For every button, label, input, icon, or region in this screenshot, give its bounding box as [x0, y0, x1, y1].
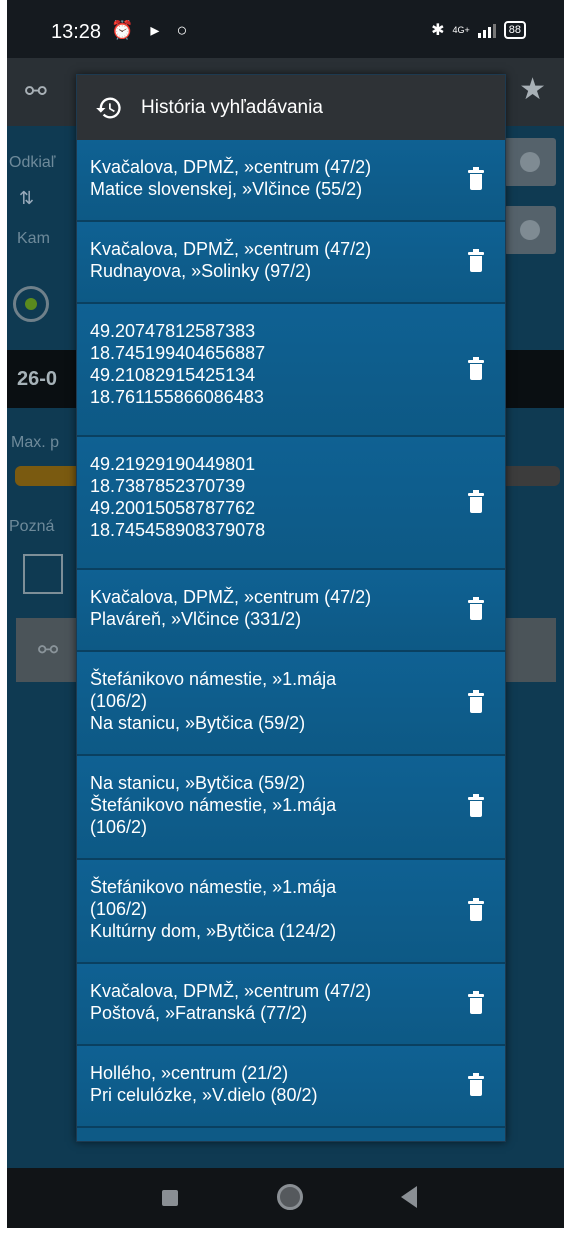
history-item-line: 49.21929190449801 — [90, 454, 256, 474]
status-time: 13:28 — [51, 21, 102, 43]
history-item[interactable]: 49.20747812587383 18.745199404656887 49.21… — [77, 304, 505, 437]
history-item[interactable]: Štefánikovo námestie, »1.mája (106/2) Na s… — [77, 652, 505, 756]
history-icon — [96, 97, 121, 118]
max-label: Max. p — [11, 434, 60, 451]
history-item-line: Poštová, »Fatranská (77/2) — [90, 1003, 308, 1023]
history-item-line: (106/2) — [90, 899, 148, 919]
trash-icon[interactable] — [468, 489, 484, 513]
history-item[interactable]: Hollého, »centrum (21/2) Pri celulózke, »… — [77, 1046, 505, 1128]
history-item[interactable]: Kvačalova, DPMŽ, »centrum (47/2) Plaváreň… — [77, 570, 505, 652]
history-item[interactable]: 49.21929190449801 18.7387852370739 49.2001… — [77, 437, 505, 570]
history-item-line: 49.21082915425134 — [90, 365, 256, 385]
history-item-line: 18.745458908379078 — [90, 520, 266, 540]
history-item-line: Kultúrny dom, »Bytčica (124/2) — [90, 921, 337, 941]
back-icon[interactable] — [401, 1186, 417, 1208]
trash-icon[interactable] — [468, 898, 484, 921]
bluetooth-icon: ✱ — [431, 22, 445, 39]
history-item-line: Kvačalova, DPMŽ, »centrum (47/2) — [90, 157, 372, 177]
history-item[interactable]: Kvačalova, DPMŽ, »centrum (47/2) Matice s… — [77, 140, 505, 222]
history-item-line: Štefánikovo námestie, »1.mája — [90, 877, 337, 897]
history-item-line: 18.745199404656887 — [90, 343, 266, 363]
status-right: ✱ 4G+ 88 — [431, 20, 526, 40]
history-item-line: Kvačalova, DPMŽ, »centrum (47/2) — [90, 587, 372, 607]
home-icon[interactable] — [277, 1184, 303, 1210]
history-item-line: Plaváreň, »Vlčince (331/2) — [90, 609, 302, 629]
history-item[interactable]: Na stanicu, »Bytčica (59/2) Štefánikovo n… — [77, 756, 505, 860]
trash-icon[interactable] — [468, 167, 484, 190]
history-item-line: 49.20015058787762 — [90, 498, 256, 518]
note-label: Pozná — [9, 518, 55, 535]
note-checkbox[interactable] — [23, 554, 63, 594]
trash-icon[interactable] — [468, 356, 484, 380]
history-item-line: Štefánikovo námestie, »1.mája — [90, 669, 337, 689]
history-item-line: Na stanicu, »Bytčica (59/2) — [90, 713, 306, 733]
history-item-line: Rudnayova, »Solinky (97/2) — [90, 261, 312, 281]
recents-icon[interactable] — [162, 1190, 178, 1206]
swap-icon[interactable]: ⇅ — [19, 188, 34, 209]
trash-icon[interactable] — [468, 249, 484, 272]
history-item[interactable]: Kvačalova, DPMŽ, »centrum (47/2) Rudnayov… — [77, 222, 505, 304]
battery-level: 88 — [503, 21, 526, 39]
history-dialog: História vyhľadávania Kvačalova, DPMŽ, »… — [76, 74, 506, 1142]
from-label: Odkiaľ — [9, 154, 56, 171]
trash-icon[interactable] — [468, 690, 484, 713]
status-bar: 13:28 ⏰ ▸ ○ ✱ 4G+ 88 — [7, 0, 564, 58]
route-icon[interactable]: ⚯ — [25, 76, 59, 110]
history-item-line: 18.761155866086483 — [90, 387, 264, 407]
history-item[interactable]: Kvačalova, DPMŽ, »centrum (47/2) Poštová,… — [77, 964, 505, 1046]
history-list: Kvačalova, DPMŽ, »centrum (47/2) Matice s… — [77, 140, 505, 1128]
history-item-line: Hollého, »centrum (21/2) — [90, 1063, 289, 1083]
history-item-line: Kvačalova, DPMŽ, »centrum (47/2) — [90, 981, 372, 1001]
history-item-line: Pri celulózke, »V.dielo (80/2) — [90, 1085, 318, 1105]
trash-icon[interactable] — [468, 991, 484, 1014]
history-item[interactable]: Štefánikovo námestie, »1.mája (106/2) Kult… — [77, 860, 505, 964]
trash-icon[interactable] — [468, 1073, 484, 1096]
from-map-globe-button[interactable] — [504, 138, 556, 186]
history-item-line: (106/2) — [90, 817, 148, 837]
trash-icon[interactable] — [468, 794, 484, 817]
signal-icon — [477, 22, 496, 38]
history-item-line: (106/2) — [90, 691, 148, 711]
trash-icon[interactable] — [468, 597, 484, 620]
history-item-line: 49.20747812587383 — [90, 321, 256, 341]
to-label: Kam — [17, 230, 50, 247]
phone-screen: 13:28 ⏰ ▸ ○ ✱ 4G+ 88 ⚯ ★ Odkiaľ ⇅ Kam 26… — [7, 0, 564, 1228]
network-type: 4G+ — [452, 25, 470, 35]
history-item-line: Kvačalova, DPMŽ, »centrum (47/2) — [90, 239, 372, 259]
favorite-star-icon[interactable]: ★ — [519, 72, 546, 107]
system-nav-bar — [7, 1168, 564, 1228]
departure-radio[interactable] — [13, 286, 49, 322]
route-icon: ⚯ — [38, 637, 59, 664]
alarm-icon: ⏰ ▸ ○ — [111, 20, 194, 40]
history-item-line: 18.7387852370739 — [90, 476, 246, 496]
history-item-line: Štefánikovo námestie, »1.mája — [90, 795, 337, 815]
history-item-line: Na stanicu, »Bytčica (59/2) — [90, 773, 306, 793]
dialog-header: História vyhľadávania — [77, 75, 505, 140]
to-map-globe-button[interactable] — [504, 206, 556, 254]
history-item-line: Matice slovenskej, »Vlčince (55/2) — [90, 179, 363, 199]
dialog-title: História vyhľadávania — [141, 96, 323, 118]
